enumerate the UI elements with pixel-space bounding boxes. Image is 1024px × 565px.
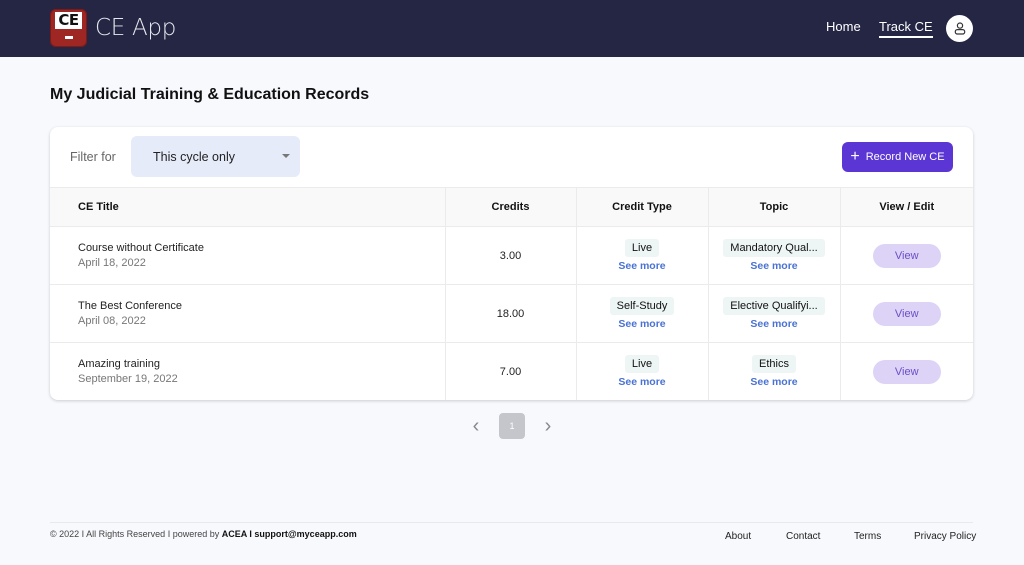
cell-topic: Elective Qualifyi... See more [707,284,841,343]
credit-type-see-more-link[interactable]: See more [577,318,708,330]
ce-date: April 08, 2022 [78,315,146,327]
caret-down-icon [282,154,290,158]
footer-link-privacy-policy[interactable]: Privacy Policy [914,531,976,542]
top-navbar: CE CE App Home Track CE [0,0,1024,57]
table-row: The Best Conference April 08, 2022 18.00… [50,284,973,343]
cell-title: Course without Certificate April 18, 202… [50,226,446,285]
chevron-right-icon[interactable]: › [540,415,556,438]
ce-title: Amazing training [78,358,160,371]
cell-topic: Mandatory Qual... See more [707,226,841,285]
table-header-row: CE Title Credits Credit Type Topic View … [50,187,973,227]
nav-home-link[interactable]: Home [826,19,861,34]
logo-drawer-handle [65,36,73,39]
pagination: ‹ 1 › [468,413,556,439]
user-icon [954,22,965,35]
table-row: Course without Certificate April 18, 202… [50,226,973,285]
topic-chip: Elective Qualifyi... [723,297,825,315]
cell-credits: 3.00 [444,226,577,285]
footer-link-about[interactable]: About [725,531,751,542]
app-name: CE App [95,15,177,41]
view-button[interactable]: View [872,301,941,326]
cell-title: The Best Conference April 08, 2022 [50,284,446,343]
record-new-ce-button[interactable]: + Record New CE [842,142,953,172]
logo-text: CE [55,12,82,29]
ce-date: April 18, 2022 [78,257,146,269]
header-topic: Topic [707,187,841,227]
chevron-left-icon[interactable]: ‹ [468,415,484,438]
ce-title: The Best Conference [78,300,182,312]
header-credit-type: Credit Type [575,187,709,227]
footer-copyright: © 2022 I All Rights Reserved I powered b… [50,529,357,539]
plus-icon: + [850,148,860,165]
cell-credits: 7.00 [444,342,577,400]
header-credits: Credits [444,187,577,227]
credit-type-see-more-link[interactable]: See more [577,376,708,388]
user-avatar-button[interactable] [946,15,973,42]
filter-label: Filter for [70,150,116,164]
cell-title: Amazing training September 19, 2022 [50,342,446,400]
cell-topic: Ethics See more [707,342,841,400]
footer-link-contact[interactable]: Contact [786,531,820,542]
topic-see-more-link[interactable]: See more [709,376,840,388]
topic-chip: Ethics [752,355,796,374]
credit-type-chip: Self-Study [609,297,675,315]
footer-divider [50,522,973,523]
table-row: Amazing training September 19, 2022 7.00… [50,342,973,400]
topic-see-more-link[interactable]: See more [709,318,840,330]
cell-credit-type: Self-Study See more [575,284,709,343]
footer-link-terms[interactable]: Terms [854,531,881,542]
cell-action: View [839,342,973,400]
topic-see-more-link[interactable]: See more [709,260,840,272]
cell-credit-type: Live See more [575,226,709,285]
cell-action: View [839,284,973,343]
page-title: My Judicial Training & Education Records [50,86,370,103]
cycle-filter-select[interactable]: This cycle only [131,136,300,177]
records-card: Filter for This cycle only + Record New … [50,127,973,400]
topic-chip: Mandatory Qual... [723,239,825,257]
page-1-button[interactable]: 1 [499,413,525,439]
header-view-edit: View / Edit [839,187,973,227]
cell-credits: 18.00 [444,284,577,343]
ce-records-table: CE Title Credits Credit Type Topic View … [50,187,973,400]
credit-type-chip: Live [624,239,660,257]
ce-title: Course without Certificate [78,242,204,254]
copyright-text: © 2022 I All Rights Reserved I powered b… [50,529,222,539]
cell-credit-type: Live See more [575,342,709,400]
nav-track-ce-link[interactable]: Track CE [879,19,933,38]
ce-app-logo-icon: CE [50,9,87,47]
brand[interactable]: CE CE App [50,9,176,47]
view-button[interactable]: View [872,359,941,384]
record-new-ce-label: Record New CE [865,151,945,163]
credit-type-see-more-link[interactable]: See more [577,260,708,272]
filter-selected-value: This cycle only [153,149,235,164]
view-button[interactable]: View [872,243,941,268]
company-contact: ACEA I support@myceapp.com [221,529,357,539]
header-ce-title: CE Title [50,187,446,227]
cell-action: View [839,226,973,285]
ce-date: September 19, 2022 [78,373,178,386]
credit-type-chip: Live [624,355,660,374]
